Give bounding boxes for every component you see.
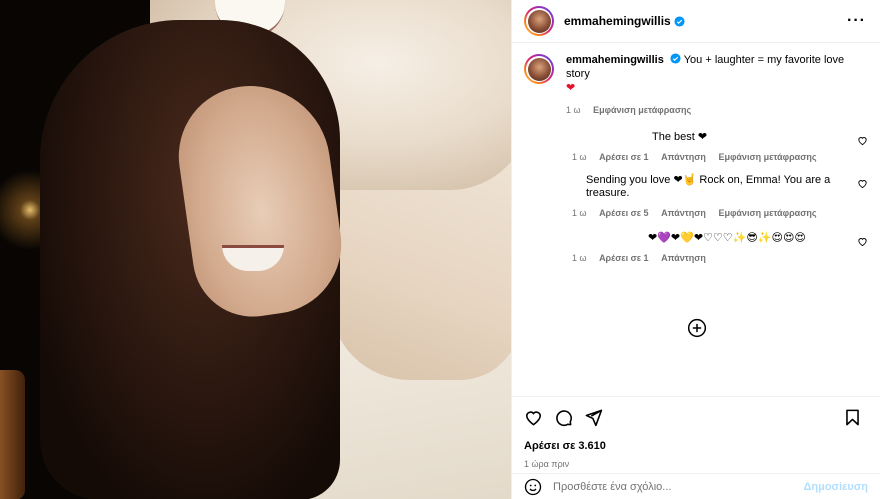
instagram-post-page: emmahemingwillis ··· emmahemingwillis Yo…: [0, 0, 880, 499]
comment-time[interactable]: 1 ω: [572, 253, 587, 263]
comment-avatar[interactable]: [524, 232, 554, 262]
comment-avatar[interactable]: [524, 131, 554, 161]
comment-likes[interactable]: Αρέσει σε 1: [599, 152, 649, 162]
post-actions: Αρέσει σε 3.610 1 ώρα πριν: [512, 396, 880, 469]
comment-avatar[interactable]: [524, 174, 554, 204]
reply-button[interactable]: Απάντηση: [661, 208, 706, 218]
post-caption: emmahemingwillis You + laughter = my fav…: [524, 53, 868, 117]
caption-avatar[interactable]: [524, 54, 554, 84]
reply-button[interactable]: Απάντηση: [661, 253, 706, 263]
post-photo[interactable]: [0, 0, 511, 499]
emoji-smiley-icon[interactable]: [524, 478, 542, 496]
comment-text: The best ❤: [652, 131, 708, 143]
load-more-comments-icon[interactable]: [687, 318, 707, 338]
reply-button[interactable]: Απάντηση: [661, 152, 706, 162]
add-comment-bar: Προσθέστε ένα σχόλιο... Δημοσίευση: [512, 473, 880, 499]
post-sidebar: emmahemingwillis ··· emmahemingwillis Yo…: [511, 0, 880, 499]
see-translation-link[interactable]: Εμφάνιση μετάφρασης: [593, 105, 691, 115]
more-options-icon[interactable]: ···: [847, 12, 866, 30]
see-translation-link[interactable]: Εμφάνιση μετάφρασης: [718, 152, 816, 162]
see-translation-link[interactable]: Εμφάνιση μετάφρασης: [718, 208, 816, 218]
like-comment-heart-icon[interactable]: [857, 135, 868, 146]
post-time[interactable]: 1 ώρα πριν: [524, 459, 868, 469]
bookmark-icon[interactable]: [843, 408, 862, 427]
comment-item: ❤💜❤💛❤♡♡♡✨😎✨😍😍😍 1 ω Αρέσει σε 1 Απάντηση: [524, 232, 868, 263]
comment-time[interactable]: 1 ω: [572, 152, 587, 162]
comments-list: emmahemingwillis You + laughter = my fav…: [512, 43, 880, 395]
comment-text: ❤💜❤💛❤♡♡♡✨😎✨😍😍😍: [648, 232, 806, 244]
verified-icon: [670, 53, 681, 64]
caption-meta: 1 ω Εμφάνιση μετάφρασης: [566, 103, 868, 117]
post-comment-button[interactable]: Δημοσίευση: [803, 481, 868, 493]
comment-bubble-icon[interactable]: [554, 408, 573, 427]
post-header: emmahemingwillis ···: [512, 0, 880, 43]
comment-item: Sending you love ❤🤘 Rock on, Emma! You a…: [524, 174, 868, 218]
caption-username[interactable]: emmahemingwillis: [566, 54, 664, 66]
photo-glass: [0, 370, 25, 499]
avatar[interactable]: [524, 6, 554, 36]
comment-likes[interactable]: Αρέσει σε 1: [599, 253, 649, 263]
like-heart-icon[interactable]: [524, 408, 543, 427]
comment-item: The best ❤ 1 ω Αρέσει σε 1 Απάντηση Εμφά…: [524, 131, 868, 162]
likes-count[interactable]: Αρέσει σε 3.610: [524, 440, 868, 452]
comment-input[interactable]: Προσθέστε ένα σχόλιο...: [553, 481, 803, 493]
caption-emoji: ❤: [566, 82, 576, 94]
like-comment-heart-icon[interactable]: [857, 236, 868, 247]
caption-time[interactable]: 1 ω: [566, 105, 581, 115]
comment-text: Sending you love ❤🤘 Rock on, Emma! You a…: [586, 174, 831, 199]
comment-likes[interactable]: Αρέσει σε 5: [599, 208, 649, 218]
share-send-icon[interactable]: [584, 408, 603, 427]
header-username[interactable]: emmahemingwillis: [564, 14, 671, 28]
verified-icon: [674, 15, 685, 27]
comment-time[interactable]: 1 ω: [572, 208, 587, 218]
like-comment-heart-icon[interactable]: [857, 178, 868, 189]
